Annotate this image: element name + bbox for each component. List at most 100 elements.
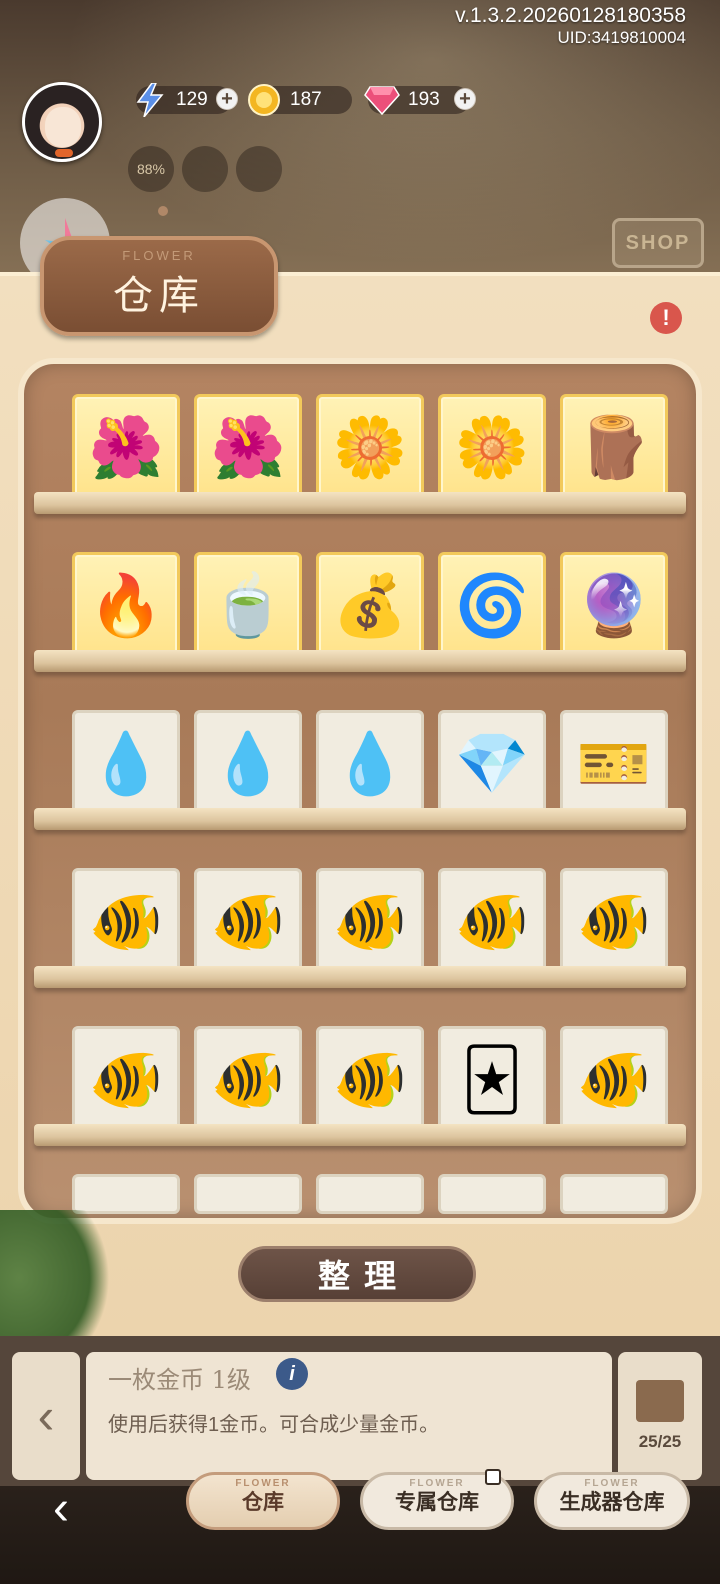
shelf-row-partial [34, 1174, 686, 1218]
item-slot-pink-gem[interactable]: 💎 [438, 710, 546, 818]
tab-exclusive-warehouse[interactable]: FLOWER 专属仓库 [360, 1469, 514, 1530]
tree-stump-pot-icon: 🪵 [576, 414, 652, 481]
item-name: 一枚金币 1级 [108, 1366, 251, 1394]
goldfish-icon: 🐠 [88, 1046, 164, 1113]
back-arrow-icon[interactable]: ‹ [36, 1484, 86, 1534]
item-slot-orange-trumpet-flower[interactable]: 🌺 [194, 394, 302, 502]
item-slot-cloth-sack[interactable]: 💰 [316, 552, 424, 660]
item-slot[interactable] [72, 1174, 180, 1214]
goldfish-icon: 🐠 [332, 888, 408, 955]
item-slot-goldfish[interactable]: 🐠 [560, 868, 668, 976]
add-gem-button[interactable]: + [454, 88, 476, 110]
yellow-lily-flower-icon: 🌼 [332, 414, 408, 481]
chevron-left-icon: ‹ [37, 1388, 55, 1444]
shelf-board [34, 966, 686, 988]
goldfish-icon: 🐠 [210, 1046, 286, 1113]
prev-item-button[interactable]: ‹ [12, 1352, 80, 1480]
galaxy-orb-icon: 🔮 [576, 572, 652, 639]
info-icon[interactable]: i [276, 1358, 308, 1390]
goldfish-icon: 🐠 [576, 1046, 652, 1113]
campfire-icon: 🔥 [88, 572, 164, 639]
purple-water-drop-icon: 💧 [88, 730, 164, 797]
item-slot-cat-teacup[interactable]: 🍵 [194, 552, 302, 660]
title-subtitle: FLOWER [122, 248, 196, 263]
tab-warehouse[interactable]: FLOWER 仓库 [186, 1472, 340, 1530]
item-slot-tree-stump-pot[interactable]: 🪵 [560, 394, 668, 502]
shelf-board [34, 808, 686, 830]
item-slot-goldfish[interactable]: 🐠 [194, 1026, 302, 1134]
energy-counter[interactable]: 129 + [136, 83, 238, 117]
item-slot[interactable] [194, 1174, 302, 1214]
green-water-drop-icon: 💧 [332, 730, 408, 797]
locked-badge [182, 146, 228, 192]
box-icon [636, 1380, 684, 1422]
lock-icon [485, 1469, 501, 1485]
item-slot-galaxy-orb[interactable]: 🔮 [560, 552, 668, 660]
tab-label: 仓库 [242, 1491, 284, 1514]
sort-button[interactable]: 整理 [238, 1246, 476, 1302]
tab-generator-warehouse[interactable]: FLOWER 生成器仓库 [534, 1472, 690, 1530]
orange-trumpet-flower-icon: 🌺 [210, 414, 286, 481]
version-info: v.1.3.2.20260128180358 UID:3419810004 [455, 4, 686, 48]
capacity-card[interactable]: 25/25 [618, 1352, 702, 1480]
item-slot-ticket-card[interactable]: 🎫 [560, 710, 668, 818]
item-slot-goldfish[interactable]: 🐠 [438, 868, 546, 976]
tab-subtitle: FLOWER [409, 1478, 465, 1489]
add-energy-button[interactable]: + [216, 88, 238, 110]
ticket-card-icon: 🎫 [576, 730, 652, 797]
storage-cabinet: 🌺 🌺 🌼 🌼 🪵 🔥 🍵 💰 🌀 🔮 💧 💧 💧 💎 🎫 🐠 🐠 🐠 🐠 🐠 🐠 🐠 🐠 🃏 🐠 [18, 358, 702, 1224]
item-slot[interactable] [316, 1174, 424, 1214]
status-badges: 88% [128, 146, 282, 192]
item-slot[interactable] [560, 1174, 668, 1214]
alert-icon[interactable]: ! [650, 302, 682, 334]
shelf-grid: 🌺 🌺 🌼 🌼 🪵 🔥 🍵 💰 🌀 🔮 💧 💧 💧 💎 🎫 🐠 🐠 🐠 🐠 🐠 🐠 🐠 🐠 🃏 🐠 [34, 384, 686, 1218]
item-slot-goldfish[interactable]: 🐠 [560, 1026, 668, 1134]
tab-label: 专属仓库 [395, 1491, 479, 1514]
tab-subtitle: FLOWER [584, 1478, 640, 1489]
item-slot-green-vortex[interactable]: 🌀 [438, 552, 546, 660]
page-title: 仓库 [113, 273, 205, 319]
item-slot-campfire[interactable]: 🔥 [72, 552, 180, 660]
lightning-icon [132, 82, 168, 118]
shelf-row: 🐠 🐠 🐠 🐠 🐠 [34, 858, 686, 1016]
goldfish-icon: 🐠 [454, 888, 530, 955]
shelf-board [34, 492, 686, 514]
goldfish-icon: 🐠 [332, 1046, 408, 1113]
item-slot-goldfish[interactable]: 🐠 [316, 1026, 424, 1134]
gold-coin-icon [246, 82, 282, 118]
item-slot-purple-water-drop[interactable]: 💧 [72, 710, 180, 818]
item-slot-goldfish[interactable]: 🐠 [316, 868, 424, 976]
avatar[interactable] [22, 82, 102, 162]
item-slot[interactable] [438, 1174, 546, 1214]
progress-badge[interactable]: 88% [128, 146, 174, 192]
item-slot-blue-water-drop[interactable]: 💧 [194, 710, 302, 818]
blue-water-drop-icon: 💧 [210, 730, 286, 797]
item-slot-goldfish[interactable]: 🐠 [72, 868, 180, 976]
orange-trumpet-flower-icon: 🌺 [88, 414, 164, 481]
cloth-sack-icon: 💰 [332, 572, 408, 639]
item-slot-green-water-drop[interactable]: 💧 [316, 710, 424, 818]
shelf-board [34, 650, 686, 672]
d-card-deck-icon: 🃏 [461, 1046, 523, 1113]
version-text: v.1.3.2.20260128180358 [455, 4, 686, 27]
pink-gem-icon [364, 82, 400, 118]
item-slot-orange-trumpet-flower[interactable]: 🌺 [72, 394, 180, 502]
uid-text: UID:3419810004 [557, 28, 686, 47]
item-slot-goldfish[interactable]: 🐠 [72, 1026, 180, 1134]
title-plaque: FLOWER 仓库 [40, 236, 278, 336]
tab-label: 生成器仓库 [559, 1491, 665, 1514]
gem-counter[interactable]: 193 + [364, 86, 476, 115]
shelf-row: 🌺 🌺 🌼 🌼 🪵 [34, 384, 686, 542]
shop-sign[interactable]: SHOP [612, 218, 704, 268]
yellow-blossoms-icon: 🌼 [454, 414, 530, 481]
item-slot-yellow-lily-flower[interactable]: 🌼 [316, 394, 424, 502]
coin-counter[interactable]: 187 [248, 84, 352, 116]
item-slot-goldfish[interactable]: 🐠 [194, 868, 302, 976]
locked-badge [236, 146, 282, 192]
item-slot-yellow-blossoms[interactable]: 🌼 [438, 394, 546, 502]
item-slot-d-card-deck[interactable]: 🃏 [438, 1026, 546, 1134]
item-info-card: 一枚金币 1级 i 使用后获得1金币。可合成少量金币。 [86, 1352, 612, 1480]
goldfish-icon: 🐠 [210, 888, 286, 955]
cat-teacup-icon: 🍵 [210, 572, 286, 639]
shelf-board [34, 1124, 686, 1146]
